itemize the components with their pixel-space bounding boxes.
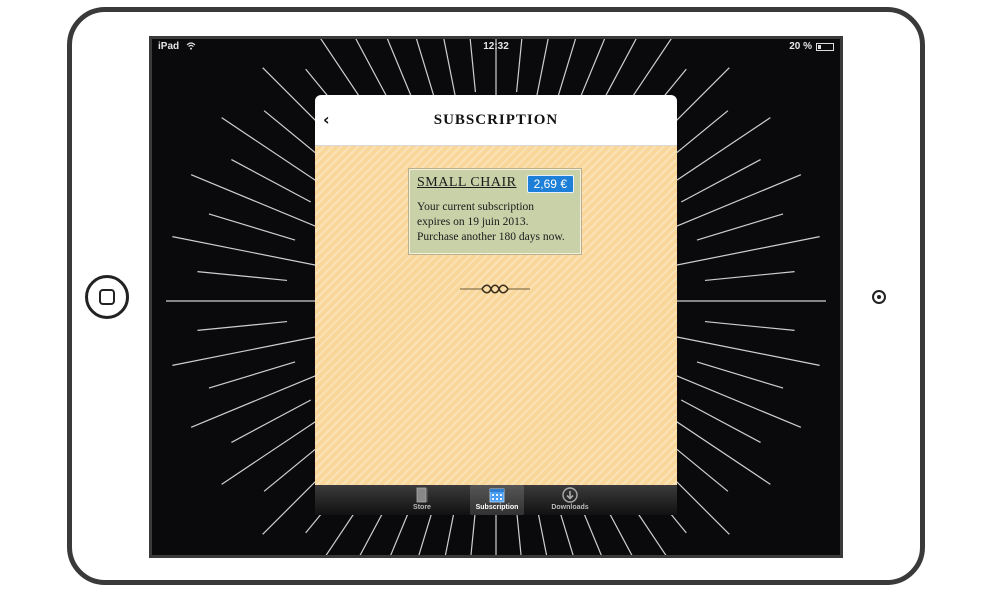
sunburst-ray [704,320,795,332]
sunburst-ray [680,399,761,443]
subscription-modal: ‹ SUBSCRIPTION SMALL CHAIR 2,69 € Your c… [315,95,677,515]
ipad-screen: iPad 12:32 20 % ‹ SUBSCRIPTION SMALL CHA… [149,36,843,558]
tab-bar: Store Subscription Downloads [315,485,677,515]
tab-subscription[interactable]: Subscription [470,485,524,515]
product-name: SMALL CHAIR [417,175,517,190]
sunburst-ray [208,361,296,389]
calendar-icon [489,488,505,503]
subscription-card: SMALL CHAIR 2,69 € Your current subscrip… [409,169,581,254]
status-time: 12:32 [483,41,509,52]
sunburst-ray [231,399,312,443]
sunburst-ray [680,159,761,203]
book-icon [416,487,428,503]
subscription-description: Your current subscription expires on 19 … [417,201,565,243]
sunburst-ray [696,213,784,241]
tab-store[interactable]: Store [395,485,449,515]
sunburst-ray [197,270,288,282]
sunburst-ray [231,159,312,203]
status-battery: 20 % [789,41,834,52]
sunburst-ray [704,270,795,282]
price-button[interactable]: 2,69 € [526,175,574,193]
modal-body: SMALL CHAIR 2,69 € Your current subscrip… [315,146,677,485]
sunburst-ray [515,509,522,555]
tab-subscription-label: Subscription [475,504,519,511]
sunburst-ray [197,320,288,332]
battery-icon [816,42,834,51]
sunburst-ray [208,213,296,241]
download-icon [562,487,578,503]
tab-downloads[interactable]: Downloads [543,485,597,515]
tab-store-label: Store [413,504,431,511]
modal-header: ‹ SUBSCRIPTION [315,95,677,146]
home-button-square [99,289,115,305]
sunburst-ray [696,361,784,389]
tab-downloads-label: Downloads [551,504,589,511]
status-bar: iPad 12:32 20 % [152,39,840,55]
camera-icon [872,290,886,304]
sunburst-ray [470,509,477,555]
home-button[interactable] [85,275,129,319]
ornament-divider-icon [460,284,530,294]
modal-title: SUBSCRIPTION [433,112,559,128]
battery-percent: 20 % [789,41,812,52]
